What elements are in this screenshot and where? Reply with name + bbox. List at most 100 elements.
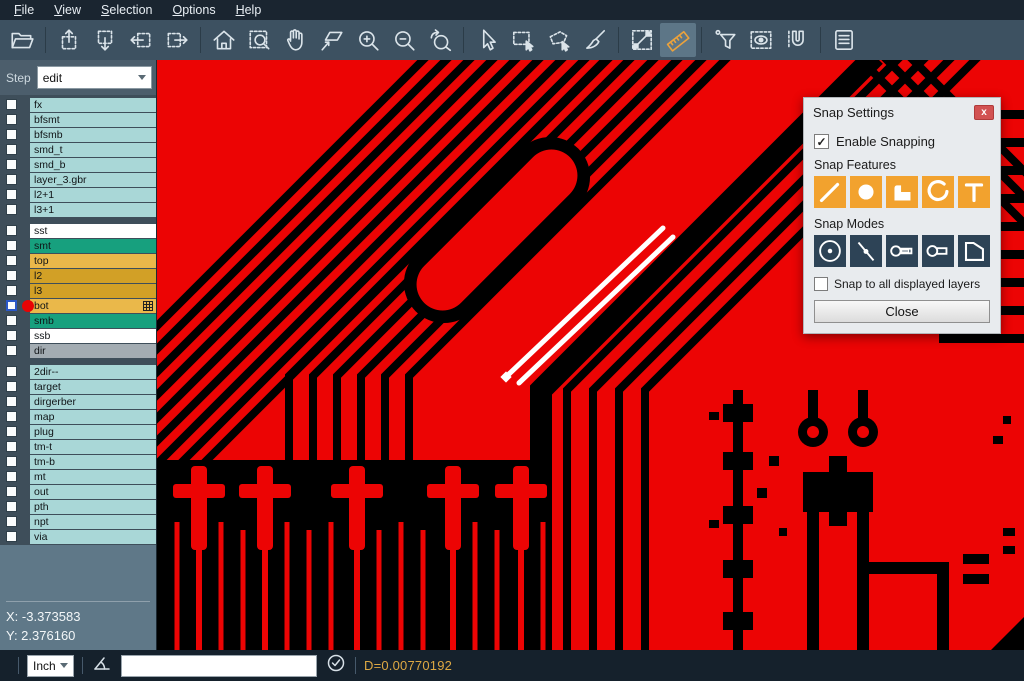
layer-row-2dir--[interactable]: 2dir-- <box>0 365 156 379</box>
menu-view[interactable]: View <box>44 1 91 19</box>
layer-row-bfsmt[interactable]: bfsmt <box>0 113 156 127</box>
snap-mode-center-button[interactable] <box>814 235 846 267</box>
snap-mode-key-slot-button[interactable] <box>886 235 918 267</box>
layer-visibility-checkbox[interactable] <box>6 345 17 356</box>
layer-row-dirgerber[interactable]: dirgerber <box>0 395 156 409</box>
layer-name[interactable]: fx <box>30 98 156 112</box>
layer-row-target[interactable]: target <box>0 380 156 394</box>
zoom-previous-button[interactable] <box>422 23 458 57</box>
layer-row-l3[interactable]: l3 <box>0 284 156 298</box>
clean-selection-button[interactable] <box>577 23 613 57</box>
layer-visibility-checkbox[interactable] <box>6 129 17 140</box>
layer-row-mt[interactable]: mt <box>0 470 156 484</box>
measure-distance-button[interactable] <box>624 23 660 57</box>
measure-input[interactable] <box>121 655 317 677</box>
layer-name[interactable]: out <box>30 485 156 499</box>
layer-visibility-checkbox[interactable] <box>6 441 17 452</box>
layer-visibility-checkbox[interactable] <box>6 114 17 125</box>
layer-row-layer_3.gbr[interactable]: layer_3.gbr <box>0 173 156 187</box>
layer-name[interactable]: sst <box>30 224 156 238</box>
layer-visibility-checkbox[interactable] <box>6 501 17 512</box>
grid-icon[interactable] <box>143 301 153 311</box>
enable-snapping-checkbox[interactable]: ✓ <box>814 134 829 149</box>
layer-name[interactable]: map <box>30 410 156 424</box>
close-icon[interactable]: x <box>974 105 994 120</box>
layer-name[interactable]: npt <box>30 515 156 529</box>
layer-visibility-checkbox[interactable] <box>6 411 17 422</box>
layer-row-pth[interactable]: pth <box>0 500 156 514</box>
layer-visibility-checkbox[interactable] <box>6 315 17 326</box>
open-project-button[interactable] <box>4 23 40 57</box>
snap-feature-text-button[interactable] <box>958 176 990 208</box>
layer-visibility-checkbox[interactable] <box>6 99 17 110</box>
layer-visibility-checkbox[interactable] <box>6 255 17 266</box>
zoom-in-button[interactable] <box>350 23 386 57</box>
layer-visibility-checkbox[interactable] <box>6 159 17 170</box>
layer-name[interactable]: bfsmt <box>30 113 156 127</box>
select-arrow-button[interactable] <box>469 23 505 57</box>
snap-feature-surface-button[interactable] <box>886 176 918 208</box>
snap-mode-polygon-button[interactable] <box>958 235 990 267</box>
pcb-canvas[interactable]: Snap Settings x ✓ Enable Snapping Snap F… <box>157 60 1024 650</box>
layer-row-top[interactable]: top <box>0 254 156 268</box>
layer-row-l2[interactable]: l2 <box>0 269 156 283</box>
layer-row-ssb[interactable]: ssb <box>0 329 156 343</box>
layer-row-l2+1[interactable]: l2+1 <box>0 188 156 202</box>
step-select[interactable]: edit <box>37 66 152 89</box>
layer-row-smb[interactable]: smb <box>0 314 156 328</box>
layer-name[interactable]: smd_b <box>30 158 156 172</box>
layer-visibility-checkbox[interactable] <box>6 486 17 497</box>
select-rectangle-button[interactable] <box>505 23 541 57</box>
layer-visibility-checkbox[interactable] <box>6 366 17 377</box>
layer-name[interactable]: plug <box>30 425 156 439</box>
snap-all-layers-row[interactable]: Snap to all displayed layers <box>814 277 990 291</box>
layer-visibility-checkbox[interactable] <box>6 174 17 185</box>
snap-feature-arc-button[interactable] <box>922 176 954 208</box>
layer-row-smd_b[interactable]: smd_b <box>0 158 156 172</box>
filter-button[interactable] <box>707 23 743 57</box>
scroll-left-button[interactable] <box>123 23 159 57</box>
layer-name[interactable]: bfsmb <box>30 128 156 142</box>
layer-row-dir[interactable]: dir <box>0 344 156 358</box>
layer-name[interactable]: via <box>30 530 156 544</box>
layer-row-tm-t[interactable]: tm-t <box>0 440 156 454</box>
layer-visibility-checkbox[interactable] <box>6 225 17 236</box>
zoom-window-button[interactable] <box>242 23 278 57</box>
layer-name[interactable]: l2 <box>30 269 156 283</box>
snap-magnet-button[interactable] <box>779 23 815 57</box>
report-button[interactable] <box>826 23 862 57</box>
layer-name[interactable]: tm-t <box>30 440 156 454</box>
layer-visibility-checkbox[interactable] <box>6 240 17 251</box>
snap-all-layers-checkbox[interactable] <box>814 277 828 291</box>
layer-visibility-checkbox[interactable] <box>6 189 17 200</box>
snap-mode-keyhole-button[interactable] <box>922 235 954 267</box>
close-button[interactable]: Close <box>814 300 990 323</box>
layer-row-npt[interactable]: npt <box>0 515 156 529</box>
menu-options[interactable]: Options <box>162 1 225 19</box>
layer-row-map[interactable]: map <box>0 410 156 424</box>
layer-visibility-checkbox[interactable] <box>6 396 17 407</box>
menu-selection[interactable]: Selection <box>91 1 162 19</box>
layer-name[interactable]: tm-b <box>30 455 156 469</box>
layer-name[interactable]: top <box>30 254 156 268</box>
layer-row-plug[interactable]: plug <box>0 425 156 439</box>
menu-help[interactable]: Help <box>226 1 272 19</box>
layer-visibility-checkbox[interactable] <box>6 285 17 296</box>
layer-visibility-checkbox[interactable] <box>6 204 17 215</box>
layer-name[interactable]: l2+1 <box>30 188 156 202</box>
layer-name[interactable]: smd_t <box>30 143 156 157</box>
layer-name[interactable]: bot <box>30 299 156 313</box>
layer-row-via[interactable]: via <box>0 530 156 544</box>
layer-name[interactable]: dir <box>30 344 156 358</box>
layer-name[interactable]: smt <box>30 239 156 253</box>
layer-row-fx[interactable]: fx <box>0 98 156 112</box>
scroll-right-button[interactable] <box>159 23 195 57</box>
layer-name[interactable]: l3 <box>30 284 156 298</box>
snap-toggle-icon[interactable] <box>325 652 347 679</box>
view-area-button[interactable] <box>743 23 779 57</box>
home-view-button[interactable] <box>206 23 242 57</box>
snap-feature-line-button[interactable] <box>814 176 846 208</box>
layer-row-bot[interactable]: bot <box>0 299 156 313</box>
layer-visibility-checkbox[interactable] <box>6 456 17 467</box>
measure-ruler-button[interactable] <box>660 23 696 57</box>
